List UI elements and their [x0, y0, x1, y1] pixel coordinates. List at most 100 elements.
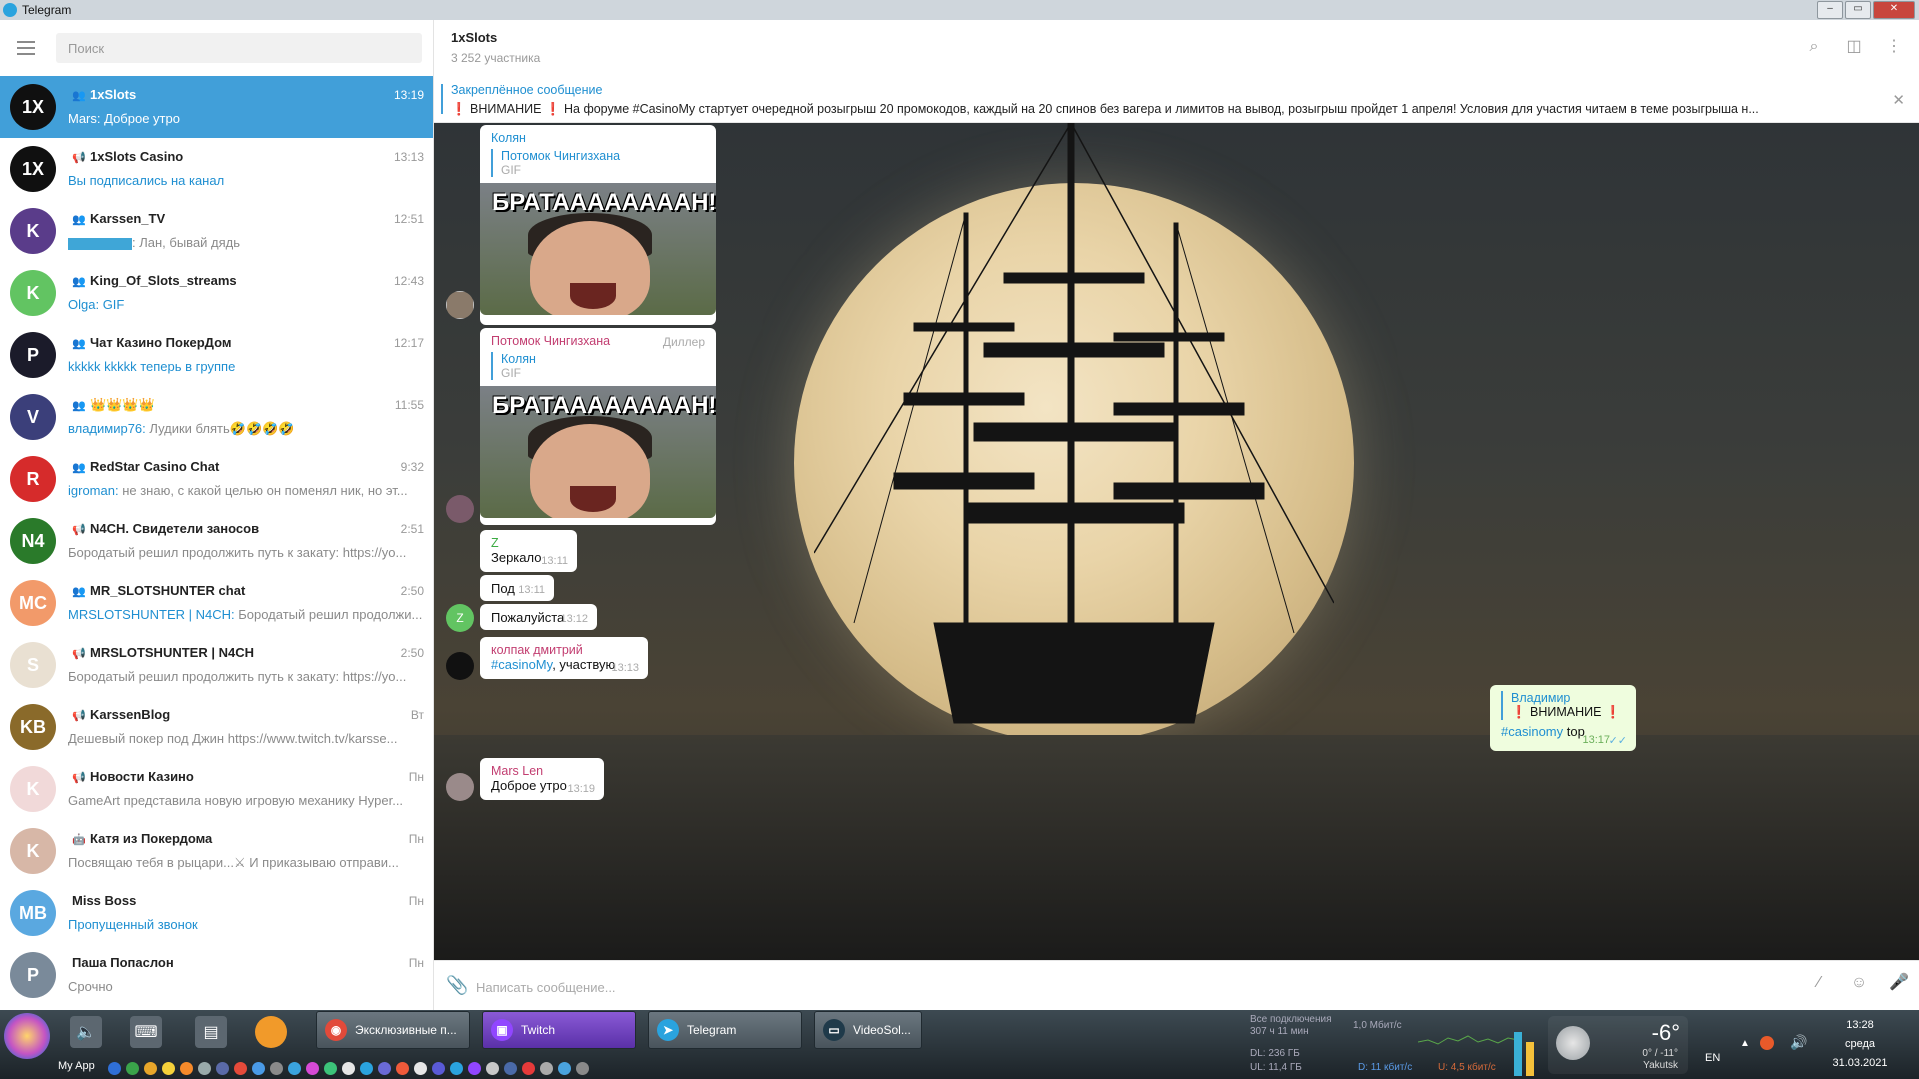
message-author[interactable]: Колян [491, 131, 705, 145]
header-actions: ⌕ ◫ ⋮ [1805, 38, 1903, 56]
chat-list-item[interactable]: 1X 📢 1xSlots Casino 13:13 Вы подписались на … [0, 138, 433, 200]
chat-avatar: S [10, 642, 56, 688]
search-icon[interactable]: ⌕ [1805, 38, 1823, 56]
gif-media[interactable]: БРАТААААААААН!!!! [480, 386, 716, 518]
chat-name: 👥 King_Of_Slots_streams [72, 273, 237, 288]
preview-text: GameArt представила новую игровую механи… [68, 793, 404, 808]
message-author[interactable]: колпак дмитрий [491, 643, 637, 657]
pinned-text: ❗ ВНИМАНИЕ ❗ На форуме #CasinoMy стартуе… [451, 102, 1759, 116]
message-bubble[interactable]: Потомок Чингизхана Диллер Колян GIF БРАТ… [480, 328, 716, 525]
device-icon[interactable]: ▤ [195, 1016, 227, 1048]
video-icon: ▭ [823, 1019, 845, 1041]
message-bubble[interactable]: колпак дмитрий #casinoMy, участвую 13:13 [480, 637, 648, 679]
message-time: 13:17 [1582, 734, 1610, 746]
channel-icon: 📢 [72, 710, 86, 722]
chat-list-item[interactable]: P Паша Попаслон Пн Срочно [0, 944, 433, 1006]
message-author[interactable]: Z [491, 536, 566, 550]
chat-name: 📢 N4CH. Свидетели заносов [72, 521, 259, 536]
group-icon: 👥 [72, 338, 86, 350]
reply-preview[interactable]: Потомок Чингизхана GIF [491, 149, 705, 177]
chat-title[interactable]: 1xSlots [451, 30, 497, 45]
chat-list-item[interactable]: MB Miss Boss Пн Пропущенный звонок [0, 882, 433, 944]
admin-badge: Диллер [662, 335, 705, 349]
sender-avatar[interactable] [446, 495, 474, 523]
chat-list-item[interactable]: V 👥 👑👑👑👑 11:55 владимир76: Лудики блять🤣🤣🤣🤣 [0, 386, 433, 448]
app-orange-icon[interactable] [255, 1016, 287, 1048]
tray-app-icon[interactable] [1760, 1036, 1774, 1050]
chat-name-text: 👑👑👑👑 [90, 397, 155, 412]
keyboard-icon[interactable]: ⌨ [130, 1016, 162, 1048]
chat-list-item[interactable]: R 👥 RedStar Casino Chat 9:32 igroman: не зна… [0, 448, 433, 510]
hamburger-menu-icon[interactable] [17, 41, 35, 55]
message-input[interactable] [474, 971, 1478, 1003]
reply-preview[interactable]: Колян GIF [491, 352, 705, 380]
taskbar-button-chrome[interactable]: ◉ Эксклюзивные п... [316, 1011, 470, 1049]
chat-list-item[interactable]: K 👥 Karssen_TV 12:51: Лан, бывай дядь [0, 200, 433, 262]
chat-list-item[interactable]: 1X 👥 1xSlots 13:19 Mars: Доброе утро [0, 76, 433, 138]
message-bubble[interactable]: Пожалуйста 13:12 [480, 604, 597, 630]
read-checkmarks-icon: ✓✓ [1608, 735, 1627, 747]
system-clock[interactable]: 13:28 среда 31.03.2021 [1820, 1016, 1900, 1073]
chat-name: 👥 👑👑👑👑 [72, 397, 155, 413]
taskbar-button-telegram[interactable]: ➤ Telegram [648, 1011, 802, 1049]
chat-name-text: RedStar Casino Chat [90, 459, 220, 474]
tray-expand-icon[interactable]: ▲ [1740, 1038, 1750, 1049]
chat-name: 👥 MR_SLOTSHUNTER chat [72, 583, 245, 598]
chat-list-item[interactable]: N4 📢 N4CH. Свидетели заносов 2:51 Бородатый … [0, 510, 433, 572]
sidebar-toggle-icon[interactable]: ◫ [1845, 38, 1863, 56]
message-bubble[interactable]: Колян Потомок Чингизхана GIF БРАТААААААА… [480, 125, 716, 325]
chat-list-item[interactable]: MC 👥 MR_SLOTSHUNTER chat 2:50 MRSLOTSHUNTER … [0, 572, 433, 634]
net-speed: 1,0 Мбит/с [1353, 1020, 1402, 1031]
clock-time: 13:28 [1846, 1019, 1874, 1031]
clock-day: среда [1844, 1038, 1876, 1050]
taskbar-button-twitch[interactable]: ▣ Twitch [482, 1011, 636, 1049]
close-button[interactable]: ✕ [1873, 1, 1915, 19]
message-bubble[interactable]: Z Зеркало 13:11 [480, 530, 577, 572]
chat-list-item[interactable]: K 👥 King_Of_Slots_streams 12:43 Olga: GIF [0, 262, 433, 324]
chat-list-item[interactable]: K 🤖 Катя из Покердома Пн Посвящаю тебя в рыц… [0, 820, 433, 882]
volume-icon[interactable]: 🔊 [1790, 1034, 1807, 1051]
chat-list-item[interactable]: P 👥 Чат Казино ПокерДом 12:17 kkkkk kkkkk те… [0, 324, 433, 386]
unpin-icon[interactable]: ✕ [1892, 91, 1905, 109]
gif-media[interactable]: БРАТААААААААН!!!! [480, 183, 716, 315]
chat-name: Miss Boss [72, 893, 136, 908]
reply-preview[interactable]: Владимир ❗ ВНИМАНИЕ ❗ На... [1501, 691, 1625, 720]
speaker-icon[interactable]: 🔈 [70, 1016, 102, 1048]
weather-widget[interactable]: -6° 0° / -11° Yakutsk [1548, 1016, 1688, 1074]
hashtag-link[interactable]: #casinoMy [491, 657, 552, 672]
message-bubble[interactable]: Mars Len Доброе утро 13:19 [480, 758, 604, 800]
language-indicator[interactable]: EN [1705, 1052, 1720, 1064]
commands-icon[interactable]: ⁄ [1809, 973, 1829, 993]
chat-list-item[interactable]: KB 📢 KarssenBlog Вт Дешевый покер под Джин h… [0, 696, 433, 758]
emoji-icon[interactable]: ☺ [1849, 973, 1869, 993]
message-bubble[interactable]: Под 13:11 [480, 575, 554, 601]
maximize-button[interactable]: ▭ [1845, 1, 1871, 19]
microphone-icon[interactable]: 🎤 [1889, 973, 1909, 993]
start-button[interactable] [4, 1013, 50, 1059]
paperclip-icon[interactable]: 📎 [446, 975, 468, 996]
sender-avatar[interactable]: Z [446, 604, 474, 632]
outgoing-message-bubble[interactable]: Владимир ❗ ВНИМАНИЕ ❗ На... #casinomy to… [1490, 685, 1636, 751]
taskbar-button-video[interactable]: ▭ VideoSol... [814, 1011, 922, 1049]
reply-author: Владимир [1511, 691, 1571, 705]
chat-time: 9:32 [400, 460, 424, 474]
chat-name-text: Чат Казино ПокерДом [90, 335, 232, 350]
hashtag-link[interactable]: #casinomy [1501, 724, 1563, 739]
message-author[interactable]: Mars Len [491, 764, 593, 778]
chat-name-text: Karssen_TV [90, 211, 166, 226]
more-icon[interactable]: ⋮ [1885, 38, 1903, 56]
sender-avatar[interactable] [446, 652, 474, 680]
sender-avatar[interactable] [446, 773, 474, 801]
net-bar [1526, 1042, 1534, 1076]
chat-list-item[interactable]: K 📢 Новости Казино Пн GameArt представила но… [0, 758, 433, 820]
pinned-message[interactable]: Закреплённое сообщение ❗ ВНИМАНИЕ ❗ На ф… [434, 76, 1919, 123]
chat-list-item[interactable]: S 📢 MRSLOTSHUNTER | N4CH 2:50 Бородатый реши… [0, 634, 433, 696]
sender-avatar[interactable] [446, 291, 474, 319]
chat-name-text: Катя из Покердома [90, 831, 213, 846]
chat-name: 📢 MRSLOTSHUNTER | N4CH [72, 645, 254, 660]
search-input[interactable] [56, 33, 422, 63]
chat-time: 2:50 [400, 646, 424, 660]
clock-date: 31.03.2021 [1832, 1057, 1888, 1069]
minimize-button[interactable]: – [1817, 1, 1843, 19]
preview-text: Дешевый покер под Джин https://www.twitc… [68, 731, 398, 746]
